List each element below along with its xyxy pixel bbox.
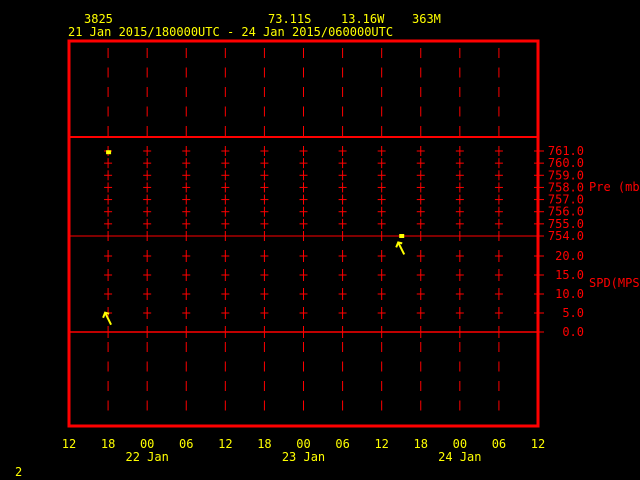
time-range: 21 Jan 2015/180000UTC - 24 Jan 2015/0600…	[68, 25, 393, 39]
date-label: 22 Jan	[125, 450, 168, 464]
x-tick-label: 00	[140, 437, 154, 451]
speed-tick-label: 10.0	[555, 287, 584, 301]
date-label: 23 Jan	[282, 450, 325, 464]
pressure-point	[399, 234, 405, 238]
x-tick-label: 06	[179, 437, 193, 451]
speed-tick-label: 0.0	[562, 325, 584, 339]
x-tick-label: 12	[374, 437, 388, 451]
latitude: 73.11S	[268, 12, 311, 26]
speed-axis-label: SPD(MPS)	[589, 276, 640, 290]
x-tick-label: 00	[453, 437, 467, 451]
elevation: 363M	[412, 12, 441, 26]
x-tick-label: 18	[101, 437, 115, 451]
speed-tick-label: 5.0	[562, 306, 584, 320]
date-label: 24 Jan	[438, 450, 481, 464]
x-tick-label: 12	[62, 437, 76, 451]
x-tick-label: 12	[531, 437, 545, 451]
station-id: 3825	[84, 12, 113, 26]
pressure-point	[106, 150, 112, 155]
speed-tick-label: 20.0	[555, 249, 584, 263]
page-number: 2	[15, 465, 22, 479]
x-tick-label: 18	[414, 437, 428, 451]
pressure-tick-label: 754.0	[548, 229, 584, 243]
pressure-axis-label: Pre (mb)	[589, 180, 640, 194]
x-tick-label: 12	[218, 437, 232, 451]
x-tick-label: 06	[335, 437, 349, 451]
wind-arrow	[397, 241, 406, 255]
meteogram-chart: 3825 73.11S 13.16W 363M 21 Jan 2015/1800…	[15, 12, 640, 479]
longitude: 13.16W	[341, 12, 385, 26]
speed-tick-label: 15.0	[555, 268, 584, 282]
x-tick-label: 00	[296, 437, 310, 451]
x-tick-label: 18	[257, 437, 271, 451]
x-tick-label: 06	[492, 437, 506, 451]
